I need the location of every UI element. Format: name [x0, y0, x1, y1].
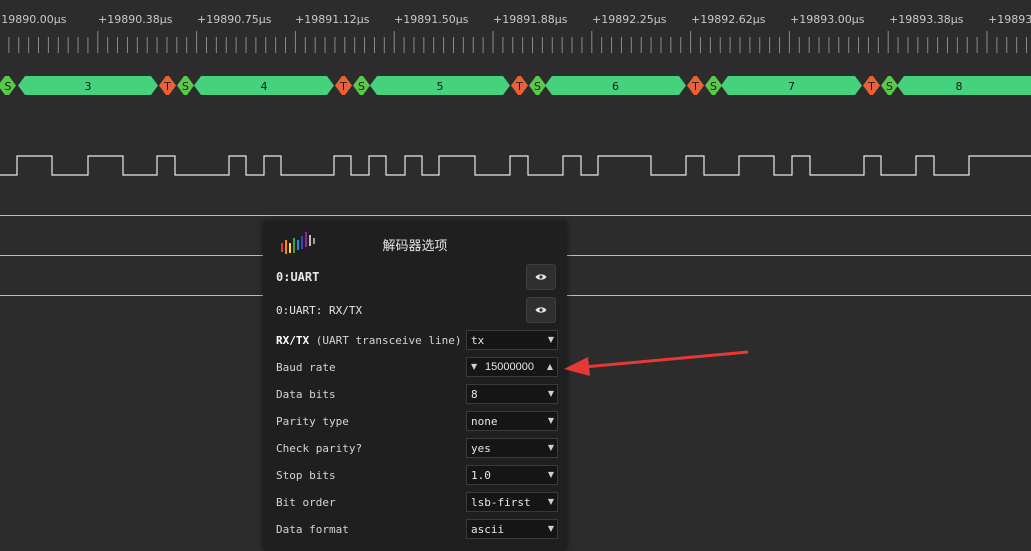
arrow-head [564, 357, 590, 376]
ruler-label: +19893.38µs [889, 13, 964, 26]
start-bit-label: S [182, 80, 189, 93]
uart-decode-row[interactable]: S3TS4TS5TS6TS7TS8 [0, 70, 1031, 102]
channel-name: 0:UART: RX/TX [276, 304, 363, 317]
data-bits-select[interactable]: 8 ▼ [466, 384, 558, 404]
caret-down-icon: ▼ [547, 389, 554, 398]
decoded-byte-label: 6 [612, 80, 619, 93]
decoder-row: 0:UART [263, 263, 567, 295]
option-parity-type: Parity type none ▼ [263, 408, 567, 435]
caret-down-icon: ▼ [547, 470, 554, 479]
start-bit-label: S [710, 80, 717, 93]
ruler-ticks [8, 31, 1028, 53]
option-data-format-label: Data format [276, 523, 349, 536]
signal-trace[interactable] [0, 148, 1031, 180]
caret-down-icon[interactable]: ▼ [471, 362, 477, 371]
stop-bit-label: T [339, 80, 347, 93]
option-rx-tx: RX/TX (UART transceive line) * tx ▼ [263, 327, 567, 354]
caret-down-icon: ▼ [547, 524, 554, 533]
timeline-ruler[interactable]: +19890.00µs +19890.38µs +19890.75µs +19891.… [0, 0, 1031, 60]
ruler-label: +19890.38µs [98, 13, 173, 26]
option-bit-order: Bit order lsb-first ▼ [263, 489, 567, 516]
baud-rate-value[interactable]: 15000000 [485, 361, 534, 373]
ruler-label: +19890.00µs [0, 13, 67, 26]
decoded-byte-label: 3 [85, 80, 92, 93]
check-parity-select[interactable]: yes ▼ [466, 438, 558, 458]
eye-icon [535, 307, 547, 313]
start-bit-label: S [358, 80, 365, 93]
parity-type-select[interactable]: none ▼ [466, 411, 558, 431]
ruler-label: +19893.00µs [790, 13, 865, 26]
check-parity-value: yes [471, 442, 491, 455]
ruler-label: +19890.75µs [197, 13, 272, 26]
dialog-header: 解码器选项 [263, 221, 567, 263]
option-check-parity: Check parity? yes ▼ [263, 435, 567, 462]
data-format-select[interactable]: ascii ▼ [466, 519, 558, 539]
eye-icon [535, 274, 547, 280]
data-format-value: ascii [471, 523, 505, 536]
decoded-byte-label: 8 [956, 80, 963, 93]
start-bit-label: S [886, 80, 893, 93]
caret-down-icon: ▼ [547, 335, 554, 344]
decoded-byte[interactable] [897, 76, 1031, 95]
decoded-byte-label: 5 [437, 80, 444, 93]
parity-type-value: none [471, 415, 498, 428]
ruler-label: +19891.88µs [493, 13, 568, 26]
rx-tx-select[interactable]: tx ▼ [466, 330, 558, 350]
stop-bits-select[interactable]: 1.0 ▼ [466, 465, 558, 485]
option-parity-type-label: Parity type [276, 415, 349, 428]
option-stop-bits: Stop bits 1.0 ▼ [263, 462, 567, 489]
baud-rate-spinbox[interactable]: ▼ 15000000 ▲ [466, 357, 558, 377]
option-bit-order-label: Bit order [276, 496, 336, 509]
stop-bits-value: 1.0 [471, 469, 491, 482]
stop-bit-label: T [163, 80, 171, 93]
option-baud-rate: Baud rate ▼ 15000000 ▲ [263, 354, 567, 381]
option-data-bits-label: Data bits [276, 388, 336, 401]
ruler-label: +19891.50µs [394, 13, 469, 26]
option-rx-tx-label: RX/TX (UART transceive line) * [276, 334, 475, 347]
ruler-label: +19892.62µs [691, 13, 766, 26]
decoder-name: 0:UART [276, 270, 320, 284]
caret-down-icon: ▼ [547, 443, 554, 452]
rx-tx-value: tx [471, 334, 485, 347]
ruler-label: +19892.25µs [592, 13, 667, 26]
channel-row: 0:UART: RX/TX [263, 295, 567, 327]
decoded-byte-label: 4 [261, 80, 268, 93]
caret-up-icon[interactable]: ▲ [547, 362, 553, 371]
option-baud-rate-label: Baud rate [276, 361, 336, 374]
annotation-arrow [564, 350, 749, 376]
decoder-options-dialog: 解码器选项 0:UART 0:UART: RX/TX RX/TX (UART t… [263, 221, 567, 551]
start-bit-label: S [5, 80, 12, 93]
option-data-bits: Data bits 8 ▼ [263, 381, 567, 408]
arrow-shaft [583, 350, 749, 369]
option-rx-tx-label-bold: RX/TX [276, 334, 310, 347]
ruler-label: +19891.12µs [295, 13, 370, 26]
option-stop-bits-label: Stop bits [276, 469, 336, 482]
decoded-byte-label: 7 [788, 80, 795, 93]
stop-bit-label: T [515, 80, 523, 93]
ruler-label: +19893. [988, 13, 1031, 26]
stop-bit-label: T [867, 80, 875, 93]
channel-line-1 [0, 215, 1031, 216]
stop-bit-label: T [691, 80, 699, 93]
data-bits-value: 8 [471, 388, 478, 401]
ruler-labels: +19890.00µs +19890.38µs +19890.75µs +19891.… [0, 13, 1031, 29]
bit-order-value: lsb-first [471, 496, 531, 509]
option-rx-tx-label-rest: (UART transceive line) * [309, 334, 475, 347]
option-check-parity-label: Check parity? [276, 442, 363, 455]
caret-down-icon: ▼ [547, 497, 554, 506]
decoder-visibility-button[interactable] [526, 264, 556, 290]
start-bit-label: S [534, 80, 541, 93]
channel-visibility-button[interactable] [526, 297, 556, 323]
bit-order-select[interactable]: lsb-first ▼ [466, 492, 558, 512]
dialog-title: 解码器选项 [382, 239, 448, 254]
option-data-format: Data format ascii ▼ [263, 516, 567, 543]
caret-down-icon: ▼ [547, 416, 554, 425]
signal-waveform [0, 155, 1031, 176]
